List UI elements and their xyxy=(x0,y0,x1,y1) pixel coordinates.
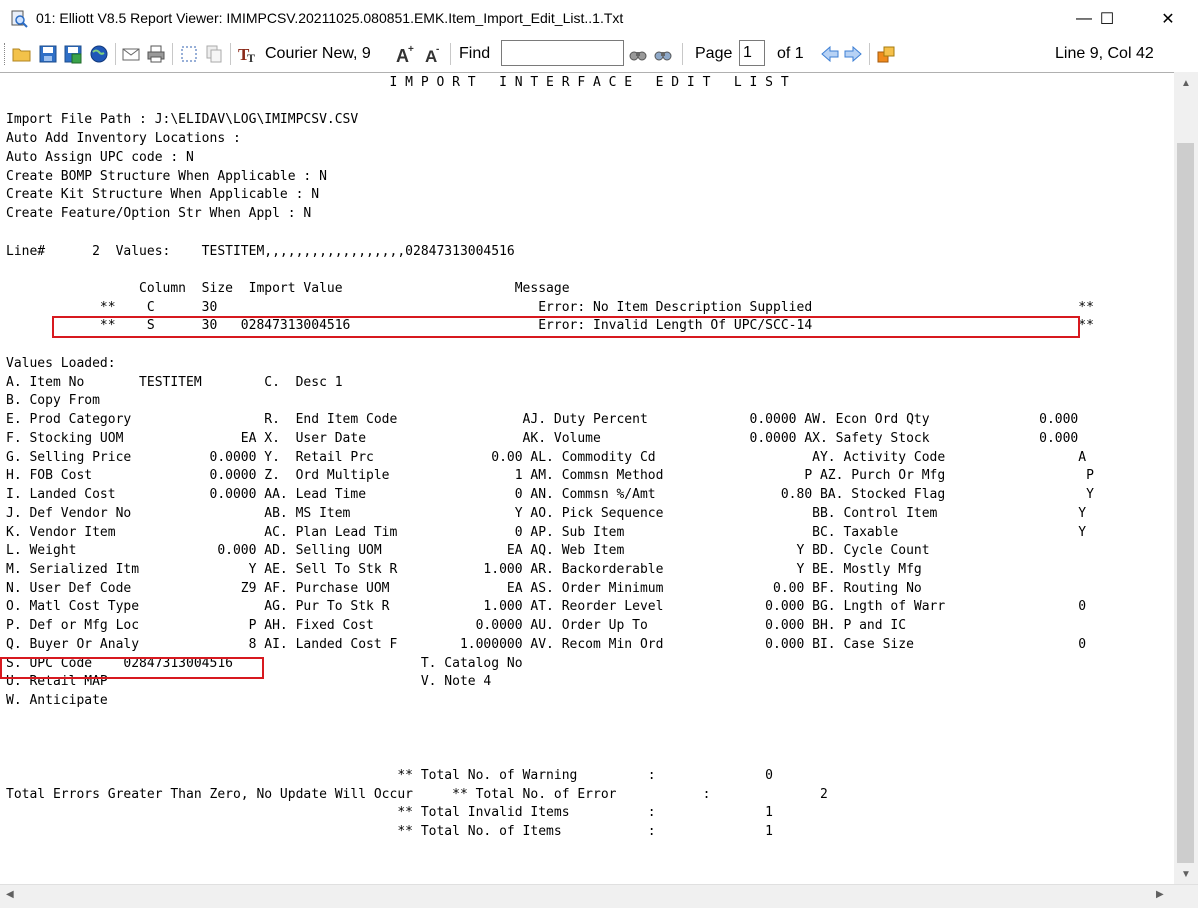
toolbar-separator xyxy=(450,43,451,65)
toolbar-separator xyxy=(869,43,870,65)
close-icon: ✕ xyxy=(1161,11,1175,28)
close-button[interactable]: ✕ xyxy=(1145,0,1191,38)
select-icon[interactable] xyxy=(179,44,199,64)
scroll-up-icon[interactable]: ▲ xyxy=(1181,78,1191,89)
page-number-input[interactable] xyxy=(739,40,765,66)
svg-text:+: + xyxy=(408,44,414,55)
report-line: G. Selling Price 0.0000 Y. Retail Prc 0.… xyxy=(6,449,1087,465)
find-input[interactable] xyxy=(501,40,624,66)
report-line: N. User Def Code Z9 AF. Purchase UOM EA … xyxy=(6,580,922,596)
report-line: Column Size Import Value Message xyxy=(6,281,570,297)
report-line: Import File Path : J:\ELIDAV\LOG\IMIMPCS… xyxy=(6,112,359,128)
toolbar-separator xyxy=(172,43,173,65)
scroll-right-icon[interactable]: ▶ xyxy=(1156,889,1164,900)
report-line: W. Anticipate xyxy=(6,693,108,709)
page-count-label: of 1 xyxy=(777,45,804,62)
report-line: Create BOMP Structure When Applicable : … xyxy=(6,168,327,184)
email-icon[interactable] xyxy=(121,44,141,64)
report-line: Q. Buyer Or Analy 8 AI. Landed Cost F 1.… xyxy=(6,636,1087,652)
toolbar-grip[interactable] xyxy=(4,43,8,65)
save-icon[interactable] xyxy=(38,44,58,64)
report-line: ** Total No. of Warning : 0 xyxy=(6,768,774,783)
report-line: Create Kit Structure When Applicable : N xyxy=(6,187,320,203)
cursor-position: Line 9, Col 42 xyxy=(1055,45,1154,62)
find-label: Find xyxy=(459,45,491,62)
svg-text:T: T xyxy=(247,51,255,64)
maximize-icon: ☐ xyxy=(1099,11,1115,28)
report-line: ** Total Invalid Items : 1 xyxy=(6,805,774,821)
report-line: A. Item No TESTITEM C. Desc 1 xyxy=(6,374,343,390)
open-folder-icon[interactable] xyxy=(12,44,32,64)
report-line: O. Matl Cost Type AG. Pur To Stk R 1.000… xyxy=(6,599,1087,615)
toolbar-separator xyxy=(682,43,683,65)
svg-text:-: - xyxy=(436,44,439,55)
copy-icon[interactable] xyxy=(204,44,224,64)
globe-icon[interactable] xyxy=(89,44,109,64)
report-line: Auto Assign UPC code : N xyxy=(6,149,194,165)
report-line: H. FOB Cost 0.0000 Z. Ord Multiple 1 AM.… xyxy=(6,468,1094,484)
report-line: Auto Add Inventory Locations : xyxy=(6,131,241,147)
report-line: I. Landed Cost 0.0000 AA. Lead Time 0 AN… xyxy=(6,487,1094,503)
report-line: ** C 30 Error: No Item Description Suppl… xyxy=(6,299,1094,315)
report-line: L. Weight 0.000 AD. Selling UOM EA AQ. W… xyxy=(6,543,930,559)
page-prev-icon[interactable] xyxy=(820,44,840,64)
upc-code-highlight xyxy=(0,657,264,679)
print-icon[interactable] xyxy=(146,44,166,64)
scroll-left-icon[interactable]: ◀ xyxy=(6,889,14,900)
report-line: J. Def Vendor No AB. MS Item Y AO. Pick … xyxy=(6,505,1087,521)
report-line: Total Errors Greater Than Zero, No Updat… xyxy=(6,786,828,802)
report-line: Create Feature/Option Str When Appl : N xyxy=(6,206,312,222)
maximize-button[interactable]: ☐ xyxy=(1084,0,1130,38)
report-line: M. Serialized Itm Y AE. Sell To Stk R 1.… xyxy=(6,561,922,577)
window-title: 01: Elliott V8.5 Report Viewer: IMIMPCSV… xyxy=(36,10,624,26)
toolbar-separator xyxy=(115,43,116,65)
horizontal-scrollbar[interactable] xyxy=(0,884,1198,908)
page-label: Page xyxy=(695,45,733,62)
font-label[interactable]: Courier New, 9 xyxy=(265,45,371,63)
report-line: P. Def or Mfg Loc P AH. Fixed Cost 0.000… xyxy=(6,618,907,634)
report-line: Values Loaded: xyxy=(6,355,116,371)
font-larger-icon[interactable]: A + xyxy=(395,44,415,64)
report-line: B. Copy From xyxy=(6,393,100,409)
report-line: I M P O R T I N T E R F A C E E D I T L … xyxy=(6,75,789,90)
report-line: K. Vendor Item AC. Plan Lead Tim 0 AP. S… xyxy=(6,524,1087,540)
vertical-scroll-thumb[interactable] xyxy=(1177,143,1194,863)
report-line: E. Prod Category R. End Item Code AJ. Du… xyxy=(6,412,1079,428)
font-icon[interactable]: T T xyxy=(238,44,258,64)
report-line: Line# 2 Values: TESTITEM,,,,,,,,,,,,,,,,… xyxy=(6,243,515,259)
page-next-icon[interactable] xyxy=(843,44,863,64)
scroll-down-icon[interactable]: ▼ xyxy=(1181,869,1191,880)
export-icon[interactable] xyxy=(876,44,896,64)
report-viewer-icon xyxy=(11,10,28,28)
find-next-icon[interactable] xyxy=(653,44,673,64)
toolbar-separator xyxy=(230,43,231,65)
font-smaller-icon[interactable]: A - xyxy=(423,44,443,64)
save-as-icon[interactable] xyxy=(63,44,83,64)
report-line: ** Total No. of Items : 1 xyxy=(6,824,774,840)
title-bar: 01: Elliott V8.5 Report Viewer: IMIMPCSV… xyxy=(0,0,1198,38)
find-prev-icon[interactable] xyxy=(628,44,648,64)
report-line: F. Stocking UOM EA X. User Date AK. Volu… xyxy=(6,430,1079,446)
error-row-highlight xyxy=(52,316,1080,338)
